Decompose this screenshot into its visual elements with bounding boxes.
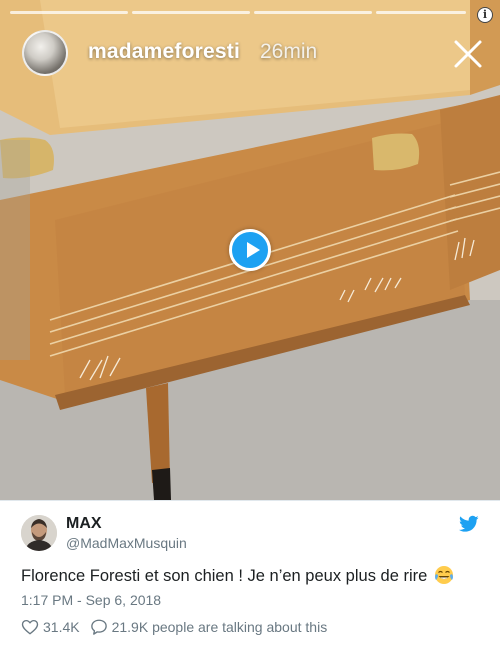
like-count: 31.4K [43, 619, 80, 635]
play-button[interactable] [229, 229, 271, 271]
author-name[interactable]: MAX [66, 515, 102, 533]
story-progress-bar-4 [376, 11, 466, 14]
face-with-tears-of-joy-icon [434, 566, 453, 584]
author-avatar[interactable] [21, 515, 57, 551]
author-handle[interactable]: @MadMaxMusquin [66, 535, 187, 551]
story-time: 26min [260, 40, 318, 63]
tweet-text-content: Florence Foresti et son chien ! Je n’en … [21, 567, 428, 585]
info-icon[interactable]: i [477, 7, 493, 23]
tweet-actions: 31.4K 21.9K people are talking about thi… [21, 618, 327, 636]
story-avatar [22, 30, 68, 76]
tweet-text: Florence Foresti et son chien ! Je n’en … [21, 565, 454, 586]
author-avatar-image [21, 515, 57, 551]
story-progress-bar-1 [10, 11, 128, 14]
tweet-video-media[interactable]: i madameforesti 26min [0, 0, 500, 500]
talking-count: 21.9K people are talking about this [111, 619, 328, 635]
close-icon[interactable] [452, 38, 484, 70]
play-icon [247, 242, 260, 258]
story-progress-bar-3 [254, 11, 372, 14]
heart-icon [21, 619, 39, 635]
speech-bubble-icon [90, 619, 107, 635]
conversation-button[interactable]: 21.9K people are talking about this [90, 618, 328, 636]
tweet-timestamp[interactable]: 1:17 PM - Sep 6, 2018 [21, 592, 161, 608]
like-button[interactable]: 31.4K [21, 618, 80, 636]
story-progress-bar-2 [132, 11, 250, 14]
twitter-bird-icon[interactable] [459, 515, 479, 533]
media-divider [0, 500, 500, 501]
embedded-tweet-card: i madameforesti 26min MAX @MadMaxMusquin… [0, 0, 500, 649]
story-username: madameforesti [88, 40, 240, 63]
